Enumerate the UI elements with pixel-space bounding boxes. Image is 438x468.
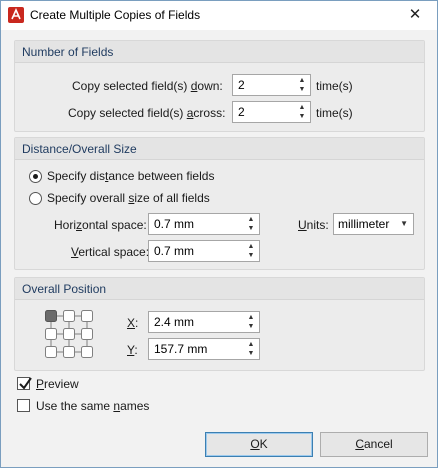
- copy-across-unit: time(s): [316, 106, 353, 120]
- group-title: Distance/Overall Size: [22, 142, 137, 156]
- title-bar: Create Multiple Copies of Fields ✕: [1, 1, 437, 30]
- number-of-fields-group: Number of Fields Copy selected field(s) …: [14, 40, 425, 132]
- y-position-value: 157.7 mm: [154, 342, 208, 356]
- x-label: X:: [127, 316, 139, 330]
- copy-across-stepper[interactable]: 2 ▲ ▼: [232, 101, 311, 123]
- spin-arrows-icon[interactable]: ▲ ▼: [245, 340, 257, 358]
- window-title: Create Multiple Copies of Fields: [30, 8, 201, 22]
- y-label: Y:: [127, 343, 138, 357]
- specify-distance-radio[interactable]: [29, 170, 42, 183]
- x-position-value: 2.4 mm: [154, 315, 195, 329]
- group-title: Overall Position: [22, 282, 107, 296]
- copy-down-unit: time(s): [316, 79, 353, 93]
- horizontal-space-value: 0.7 mm: [154, 217, 195, 231]
- group-header: Distance/Overall Size: [15, 138, 424, 160]
- spin-arrows-icon[interactable]: ▲ ▼: [245, 313, 257, 331]
- checkmark-icon: [19, 377, 32, 390]
- vertical-space-label: Vertical space:: [71, 245, 150, 259]
- chevron-down-icon: ▼: [400, 219, 408, 228]
- x-position-stepper[interactable]: 2.4 mm ▲ ▼: [148, 311, 260, 333]
- ok-button[interactable]: OK: [205, 432, 313, 457]
- units-label: Units:: [298, 218, 329, 232]
- overall-position-group: Overall Position X: 2.4 mm ▲ ▼ Y: 157.7 …: [14, 277, 425, 371]
- horizontal-space-label: Horizontal space:: [54, 218, 147, 232]
- use-same-names-label: Use the same names: [36, 399, 150, 413]
- spin-arrows-icon[interactable]: ▲ ▼: [296, 76, 308, 94]
- use-same-names-checkbox[interactable]: [17, 399, 30, 412]
- close-button[interactable]: ✕: [393, 1, 437, 30]
- y-position-stepper[interactable]: 157.7 mm ▲ ▼: [148, 338, 260, 360]
- preview-checkbox[interactable]: [17, 377, 32, 390]
- spin-arrows-icon[interactable]: ▲ ▼: [245, 242, 257, 260]
- group-header: Overall Position: [15, 278, 424, 300]
- specify-distance-label: Specify distance between fields: [47, 169, 215, 183]
- units-dropdown[interactable]: millimeter ▼: [333, 213, 414, 235]
- distance-overall-size-group: Distance/Overall Size Specify distance b…: [14, 137, 425, 270]
- spin-arrows-icon[interactable]: ▲ ▼: [245, 215, 257, 233]
- vertical-space-value: 0.7 mm: [154, 244, 195, 258]
- horizontal-space-stepper[interactable]: 0.7 mm ▲ ▼: [148, 213, 260, 235]
- anchor-position-grid-icon[interactable]: [43, 308, 95, 363]
- specify-overall-size-radio[interactable]: [29, 192, 42, 205]
- specify-overall-size-label: Specify overall size of all fields: [47, 191, 210, 205]
- copy-down-value: 2: [238, 78, 245, 92]
- copy-down-label: Copy selected field(s) down:: [72, 79, 223, 93]
- units-value: millimeter: [338, 217, 390, 231]
- copy-down-stepper[interactable]: 2 ▲ ▼: [232, 74, 311, 96]
- cancel-button[interactable]: Cancel: [320, 432, 428, 457]
- preview-label: Preview: [36, 377, 79, 391]
- copy-across-value: 2: [238, 105, 245, 119]
- group-title: Number of Fields: [22, 45, 114, 59]
- dialog-window: Create Multiple Copies of Fields ✕ Numbe…: [0, 0, 438, 468]
- vertical-space-stepper[interactable]: 0.7 mm ▲ ▼: [148, 240, 260, 262]
- pdf-app-icon: [8, 7, 24, 23]
- spin-arrows-icon[interactable]: ▲ ▼: [296, 103, 308, 121]
- close-icon: ✕: [408, 6, 422, 23]
- copy-across-label: Copy selected field(s) across:: [68, 106, 226, 120]
- group-header: Number of Fields: [15, 41, 424, 63]
